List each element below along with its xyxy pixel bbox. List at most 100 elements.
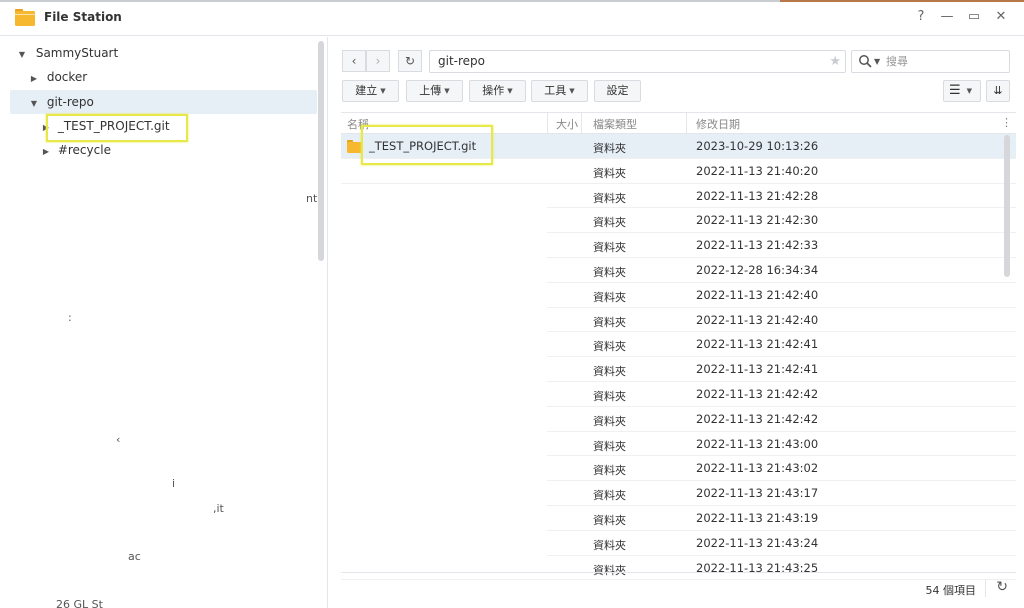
file-type: 資料夾 (593, 340, 626, 354)
modified-date: 2022-11-13 21:42:40 (696, 287, 819, 302)
expand-right-icon[interactable]: ▶ (40, 141, 52, 163)
chevron-down-icon: ▼ (569, 87, 575, 95)
column-header: 名稱 大小 檔案類型 修改日期 ⋮ (341, 112, 1016, 134)
column-divider[interactable] (686, 113, 687, 133)
column-size[interactable]: 大小 (556, 116, 578, 132)
text-fragment: ‹ (116, 433, 121, 446)
modified-date: 2022-11-13 21:43:00 (696, 436, 819, 451)
expand-down-icon[interactable]: ▼ (28, 93, 40, 115)
file-type: 資料夾 (593, 241, 626, 255)
modified-date: 2022-11-13 21:43:19 (696, 510, 819, 525)
tree-item-git-repo[interactable]: ▼ git-repo (28, 91, 94, 113)
text-fragment: ac (128, 550, 141, 563)
back-button[interactable]: ‹ (342, 50, 366, 72)
modified-date: 2022-11-13 21:42:41 (696, 337, 819, 352)
minimize-button[interactable]: — (939, 9, 955, 25)
modified-date: 2023-10-29 10:13:26 (696, 139, 819, 153)
search-placeholder: 搜尋 (886, 55, 908, 68)
view-mode-button[interactable]: ☰ ▼ (943, 80, 981, 102)
column-divider[interactable] (581, 113, 582, 133)
table-row[interactable]: _TEST_PROJECT.git 資料夾 2023-10-29 10:13:26 (341, 134, 1016, 159)
search-field[interactable]: ▼ 搜尋 (851, 50, 1010, 73)
tree-item-docker[interactable]: ▶ docker (28, 66, 87, 88)
column-name[interactable]: 名稱 (347, 116, 369, 132)
expand-right-icon[interactable]: ▶ (28, 68, 40, 90)
text-fragment: ,it (213, 502, 224, 515)
column-modified[interactable]: 修改日期 (696, 116, 740, 132)
action-button[interactable]: 操作 ▼ (469, 80, 526, 102)
file-type: 資料夾 (593, 439, 626, 453)
modified-date: 2022-11-13 21:42:41 (696, 362, 819, 377)
text-fragment: 26 GL St (56, 598, 103, 608)
modified-date: 2022-11-13 21:42:42 (696, 411, 819, 426)
tree-item-label: #recycle (57, 143, 111, 157)
folder-tree-pane: ▼ SammyStuart ▶ docker ▼ git-repo ▶ _TES… (0, 37, 328, 608)
redacted-area (341, 185, 547, 565)
modified-date: 2022-11-13 21:42:33 (696, 238, 819, 253)
help-button[interactable]: ? (913, 9, 929, 25)
settings-label: 設定 (606, 84, 629, 97)
create-button[interactable]: 建立 ▼ (342, 80, 399, 102)
tools-label: 工具 (544, 84, 567, 97)
file-type: 資料夾 (593, 389, 626, 403)
file-list-pane: ‹ › ↻ git-repo ★ ▼ 搜尋 建立 ▼ 上傳 ▼ 操作 ▼ 工具 ▼ 設定… (329, 37, 1024, 608)
file-type: 資料夾 (593, 290, 626, 304)
tree-item-recycle[interactable]: ▶ #recycle (40, 139, 111, 161)
tools-button[interactable]: 工具 ▼ (531, 80, 588, 102)
tree-root-label: SammyStuart (35, 46, 119, 60)
sort-icon: ⇊ (993, 84, 1003, 97)
sort-button[interactable]: ⇊ (986, 80, 1010, 102)
expand-down-icon[interactable]: ▼ (16, 44, 28, 66)
status-bar: 54 個項目 ↻ (341, 572, 1016, 602)
file-type: 資料夾 (593, 365, 626, 379)
forward-button[interactable]: › (366, 50, 390, 72)
chevron-down-icon: ▼ (380, 87, 386, 95)
settings-button[interactable]: 設定 (594, 80, 641, 102)
tree-item-label: git-repo (46, 95, 94, 109)
expand-right-icon[interactable]: ▶ (40, 117, 52, 139)
maximize-button[interactable]: ▭ (966, 9, 982, 25)
modified-date: 2022-11-13 21:43:24 (696, 535, 819, 550)
refresh-icon[interactable]: ↻ (996, 579, 1008, 595)
tree-scrollbar[interactable] (318, 41, 324, 261)
file-type: 資料夾 (593, 265, 626, 279)
file-type: 資料夾 (593, 489, 626, 503)
close-button[interactable]: ✕ (993, 9, 1009, 25)
column-type[interactable]: 檔案類型 (593, 116, 637, 132)
text-fragment: : (68, 311, 72, 324)
file-type: 資料夾 (593, 315, 626, 329)
modified-date: 2022-12-28 16:34:34 (696, 262, 819, 277)
file-name: _TEST_PROJECT.git (369, 139, 477, 153)
action-label: 操作 (482, 84, 505, 97)
window-title: File Station (44, 10, 122, 24)
chevron-down-icon[interactable]: ▼ (874, 51, 880, 72)
star-icon[interactable]: ★ (829, 51, 841, 72)
table-row[interactable]: 資料夾 2022-11-13 21:40:20 (341, 159, 1016, 184)
modified-date: 2022-11-13 21:42:28 (696, 188, 819, 203)
file-type: 資料夾 (593, 538, 626, 552)
text-fragment: nt (306, 192, 318, 205)
file-type: 資料夾 (593, 513, 626, 527)
upload-button[interactable]: 上傳 ▼ (406, 80, 463, 102)
tree-item-label: docker (46, 70, 88, 84)
chevron-down-icon: ▼ (444, 87, 450, 95)
column-options-icon[interactable]: ⋮ (1001, 116, 1012, 129)
file-type: 資料夾 (593, 191, 626, 205)
column-divider[interactable] (547, 113, 548, 133)
tree-item-test-project[interactable]: ▶ _TEST_PROJECT.git (40, 115, 170, 137)
file-type: 資料夾 (593, 464, 626, 478)
chevron-down-icon: ▼ (966, 87, 973, 95)
file-type: 資料夾 (593, 166, 626, 180)
title-bar: File Station ? — ▭ ✕ (0, 0, 1024, 36)
tree-root[interactable]: ▼ SammyStuart (16, 42, 118, 64)
file-type: 資料夾 (593, 414, 626, 428)
search-icon (859, 55, 872, 68)
file-list-scrollbar[interactable] (1004, 135, 1010, 277)
path-field[interactable]: git-repo ★ (429, 50, 846, 73)
modified-date: 2022-11-13 21:43:17 (696, 486, 819, 501)
create-label: 建立 (355, 84, 378, 97)
path-text: git-repo (438, 54, 485, 68)
item-count: 54 個項目 (925, 584, 977, 597)
refresh-path-button[interactable]: ↻ (398, 50, 422, 72)
status-divider (985, 579, 986, 597)
